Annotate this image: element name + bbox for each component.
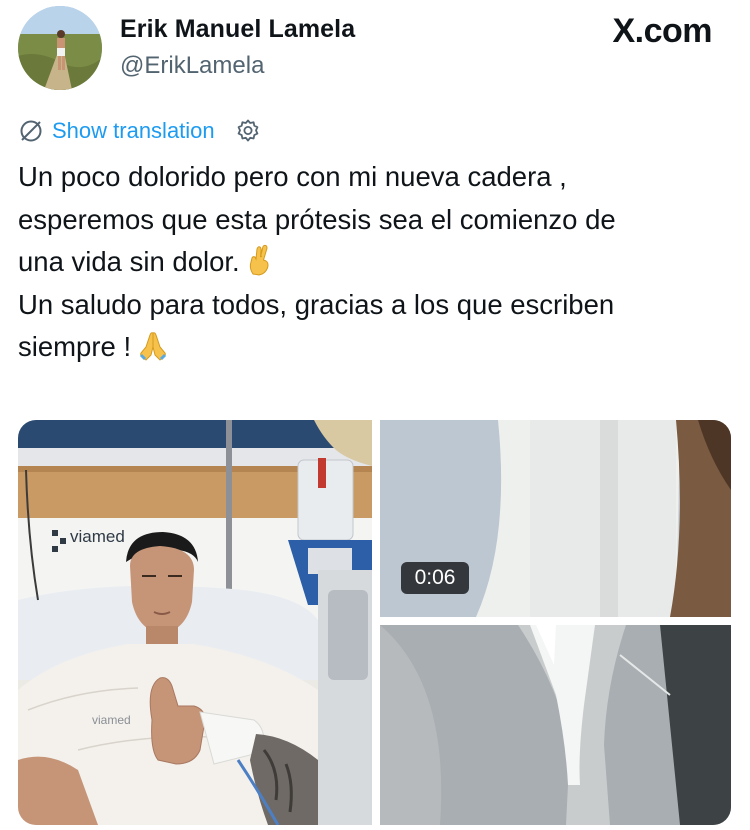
gear-icon[interactable]: [235, 118, 261, 144]
translate-globe-icon: [20, 120, 42, 142]
tweet-line-4: Un saludo para todos, gracias a los que …: [18, 288, 615, 320]
tweet-line-3: una vida sin dolor.: [18, 246, 240, 277]
show-translation-link[interactable]: Show translation: [52, 118, 215, 144]
translation-row: Show translation: [18, 116, 261, 146]
media-grid: viamed viamed 0:06: [18, 420, 731, 825]
hip-xray-image: [380, 625, 731, 825]
author-handle[interactable]: @ErikLamela: [120, 52, 264, 80]
tweet-line-1: Un poco dolorido pero con mi nueva cader…: [18, 161, 567, 192]
author-name[interactable]: Erik Manuel Lamela: [120, 15, 355, 44]
source-label: X.com: [612, 12, 712, 50]
tweet-line-3-wrap: una vida sin dolor.: [18, 241, 733, 284]
viamed-gown-logo: viamed: [92, 713, 131, 727]
tweet-line-5-wrap: siempre !: [18, 326, 733, 369]
hospital-selfie-image: viamed viamed: [18, 420, 372, 825]
tweet-line-2: esperemos que esta prótesis sea el comie…: [18, 203, 616, 235]
video-duration-badge: 0:06: [401, 562, 469, 594]
hospital-selfie-photo[interactable]: viamed viamed: [18, 420, 372, 825]
crossed-fingers-icon: [249, 244, 269, 276]
tweet-text: Un poco dolorido pero con mi nueva cader…: [18, 156, 733, 369]
avatar-image: [18, 6, 102, 90]
viamed-wall-logo: viamed: [70, 527, 125, 546]
tweet-line-5: siempre !: [18, 331, 132, 362]
hip-xray-photo[interactable]: [380, 625, 731, 825]
folded-hands-icon: [140, 332, 167, 361]
bandaged-leg-video[interactable]: 0:06: [380, 420, 731, 617]
author-avatar[interactable]: [18, 6, 102, 90]
